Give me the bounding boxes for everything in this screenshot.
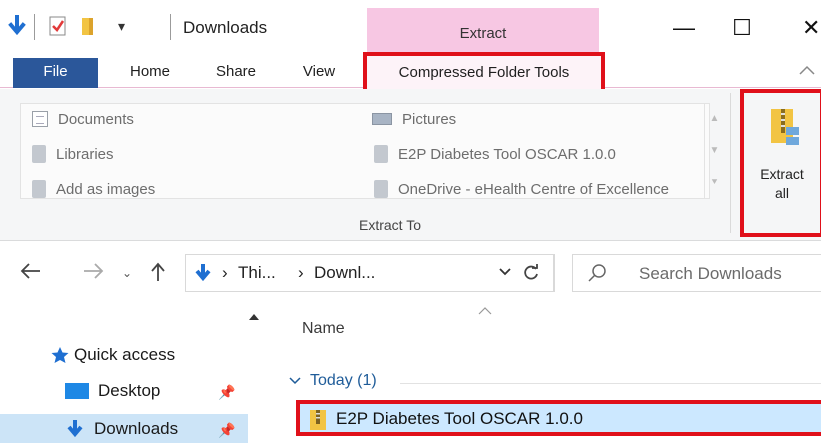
destination-add-as-images[interactable]: Add as images: [32, 177, 155, 201]
destination-label: Add as images: [56, 180, 156, 198]
destination-libraries[interactable]: Libraries: [32, 142, 114, 166]
address-row: ⌄ › Thi... › Downl... Search Downloads: [0, 242, 821, 302]
nav-desktop[interactable]: Desktop: [64, 376, 160, 406]
desktop-icon: [65, 383, 89, 399]
navigation-pane: Quick access Desktop 📌 Downloads 📌: [0, 302, 268, 443]
gallery-scroll-down-icon[interactable]: ▼: [705, 135, 724, 167]
minimize-button[interactable]: —: [664, 10, 704, 46]
ribbon-body: Documents Libraries Add as images Pictur…: [0, 89, 821, 241]
up-arrow-icon[interactable]: [150, 262, 166, 288]
destination-label: OneDrive - eHealth Centre of Excellence: [398, 180, 669, 198]
pin-icon[interactable]: 📌: [218, 384, 235, 401]
back-arrow-icon[interactable]: [20, 262, 42, 286]
destination-label: E2P Diabetes Tool OSCAR 1.0.0: [398, 145, 616, 163]
extract-context-header: Extract: [367, 8, 599, 58]
breadcrumb-downloads[interactable]: Downl...: [314, 263, 375, 283]
group-divider: [400, 383, 821, 384]
search-icon: [587, 263, 607, 288]
gallery-expand-icon[interactable]: ⯆: [705, 167, 724, 199]
nav-downloads[interactable]: Downloads: [0, 414, 248, 443]
library-icon: [32, 145, 46, 163]
sort-ascending-icon: [478, 304, 492, 318]
tab-file[interactable]: File: [13, 58, 98, 88]
ribbon-collapse-icon[interactable]: [798, 63, 816, 81]
tab-compressed-folder-tools[interactable]: Compressed Folder Tools: [363, 52, 605, 94]
search-input[interactable]: Search Downloads: [572, 254, 821, 292]
extract-all-label-line1: Extract: [760, 166, 804, 182]
maximize-button[interactable]: ☐: [722, 10, 762, 46]
extract-to-group-label: Extract To: [359, 217, 421, 233]
destination-label: Pictures: [402, 110, 457, 128]
gallery-scroll-up-icon[interactable]: ▲: [705, 103, 724, 135]
window-title: Downloads: [183, 18, 268, 37]
star-icon: [51, 347, 69, 363]
folder-icon: [32, 180, 46, 198]
destination-label: Libraries: [56, 145, 114, 163]
breadcrumb-this-pc[interactable]: Thi...: [238, 263, 276, 283]
chevron-down-icon: [289, 377, 301, 385]
tab-share[interactable]: Share: [204, 58, 268, 88]
extract-all-button[interactable]: Extract all: [740, 89, 821, 237]
group-header-today[interactable]: Today (1): [288, 372, 377, 390]
properties-check-icon[interactable]: [48, 12, 68, 40]
nav-scroll-up-icon[interactable]: [248, 310, 260, 324]
extract-all-label: Extract all: [744, 165, 820, 203]
file-list: Name Today (1) E2P Diabetes Tool OSCAR 1…: [268, 302, 821, 443]
zip-folder-icon: [771, 109, 799, 145]
destination-documents[interactable]: Documents: [32, 107, 134, 131]
address-bar[interactable]: › Thi... › Downl...: [185, 254, 555, 292]
downloads-icon: [67, 420, 83, 438]
new-folder-icon[interactable]: [80, 12, 96, 40]
extract-all-label-line2: all: [774, 185, 789, 201]
destination-label: Documents: [58, 110, 134, 128]
breadcrumb-separator-icon: ›: [298, 263, 304, 282]
column-header-name[interactable]: Name: [302, 320, 345, 338]
tab-home[interactable]: Home: [118, 58, 182, 88]
refresh-button[interactable]: [508, 254, 554, 292]
extract-context-label: Extract: [459, 25, 507, 42]
document-icon: [32, 111, 48, 127]
folder-icon: [374, 145, 388, 163]
close-button[interactable]: ✕: [790, 10, 821, 46]
nav-label: Desktop: [98, 381, 161, 400]
search-placeholder: Search Downloads: [639, 264, 782, 283]
forward-arrow-icon[interactable]: [82, 262, 104, 286]
group-label: Today (1): [310, 372, 377, 389]
customize-toolbar-dropdown-icon[interactable]: ▾: [118, 12, 125, 40]
ribbon-separator: [730, 93, 731, 233]
pin-icon[interactable]: 📌: [218, 422, 235, 439]
file-row-selected[interactable]: E2P Diabetes Tool OSCAR 1.0.0: [296, 400, 821, 436]
nav-label: Downloads: [94, 419, 179, 438]
zip-file-icon: [310, 410, 326, 430]
ribbon-tabs: File Home Share View Compressed Folder T…: [0, 52, 821, 94]
destination-pictures[interactable]: Pictures: [372, 107, 456, 131]
quick-access-down-arrow-icon[interactable]: [8, 12, 26, 40]
destination-e2p-folder[interactable]: E2P Diabetes Tool OSCAR 1.0.0: [374, 142, 616, 166]
recent-locations-chevron-icon[interactable]: ⌄: [122, 266, 132, 280]
destination-onedrive[interactable]: OneDrive - eHealth Centre of Excellence: [374, 177, 669, 201]
gallery-scroll[interactable]: ▲ ▼ ⯆: [704, 103, 724, 199]
title-bar: ▾ Downloads Extract — ☐ ✕: [0, 0, 821, 58]
nav-quick-access[interactable]: Quick access: [50, 340, 175, 370]
breadcrumb-separator-icon: ›: [222, 263, 228, 282]
file-name: E2P Diabetes Tool OSCAR 1.0.0: [336, 409, 583, 428]
title-separator: [34, 14, 35, 40]
nav-label: Quick access: [74, 345, 176, 364]
tab-view[interactable]: View: [292, 58, 346, 88]
downloads-folder-icon: [194, 263, 212, 288]
title-separator-2: [170, 14, 171, 40]
folder-icon: [374, 180, 388, 198]
pictures-icon: [372, 113, 392, 125]
refresh-icon: [523, 264, 538, 280]
